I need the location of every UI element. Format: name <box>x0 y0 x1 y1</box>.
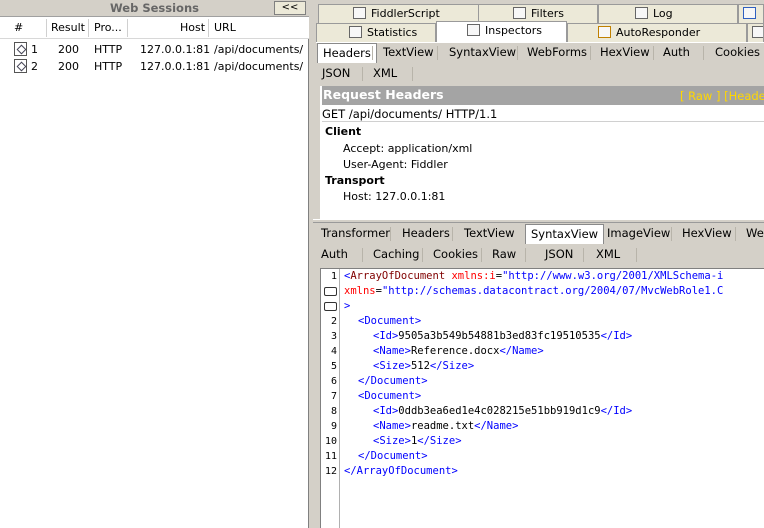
resp-tab-cookies[interactable]: Cookies <box>433 245 478 265</box>
line-number: 10 <box>324 436 337 447</box>
raw-header-definitions-links[interactable]: [ Raw ] [Heade <box>680 89 764 103</box>
resp-tab-webview[interactable]: Web <box>746 224 764 244</box>
code-line: </Document> <box>358 450 428 462</box>
code-line: <Id>0ddb3ea6ed1e4c028215e51bb919d1c9</Id… <box>373 405 633 417</box>
header-group-transport[interactable]: Transport <box>325 174 385 187</box>
session-row[interactable]: 2 200 HTTP 127.0.0.1:81 /api/documents/ <box>0 57 309 76</box>
req-tab-hexview[interactable]: HexView <box>600 43 650 63</box>
req-tab-json[interactable]: JSON <box>322 64 350 84</box>
session-protocol: HTTP <box>94 43 123 56</box>
web-sessions-titlebar: Web Sessions << <box>0 0 309 17</box>
statistics-icon <box>349 26 362 38</box>
tab-statistics[interactable]: Statistics <box>316 23 436 42</box>
resp-tab-imageview[interactable]: ImageView <box>607 224 670 244</box>
code-line: > <box>344 300 351 312</box>
resp-tab-hexview[interactable]: HexView <box>682 224 732 244</box>
line-number: 2 <box>330 316 337 327</box>
request-headers-titlebar: Request Headers [ Raw ] [Heade <box>322 86 764 105</box>
code-line: <Size>512</Size> <box>373 360 475 372</box>
timeline-icon <box>743 7 756 19</box>
code-line: <Size>1</Size> <box>373 435 462 447</box>
line-number: 9 <box>330 421 337 432</box>
resp-tab-raw[interactable]: Raw <box>492 245 516 265</box>
line-number: 5 <box>330 361 337 372</box>
session-result: 200 <box>58 43 79 56</box>
session-column-headers: # Result Pro... Host URL <box>0 17 309 39</box>
line-number: 11 <box>324 451 337 462</box>
line-number: 4 <box>330 346 337 357</box>
line-number: 6 <box>330 376 337 387</box>
resp-tab-xml[interactable]: XML <box>596 245 620 265</box>
resp-tab-syntaxview[interactable]: SyntaxView <box>525 224 605 244</box>
panel-splitter[interactable] <box>313 219 764 223</box>
session-number: 1 <box>31 43 38 56</box>
req-tab-xml[interactable]: XML <box>373 64 397 84</box>
resp-tab-json[interactable]: JSON <box>545 245 573 265</box>
header-accept[interactable]: Accept: application/xml <box>343 142 472 155</box>
req-tab-headers[interactable]: Headers <box>317 43 377 63</box>
word-wrap-icon <box>324 287 337 296</box>
header-user-agent[interactable]: User-Agent: Fiddler <box>343 158 448 171</box>
req-tab-syntaxview[interactable]: SyntaxView <box>449 43 516 63</box>
code-line: </Document> <box>358 375 428 387</box>
resp-tab-transformer[interactable]: Transformer <box>321 224 390 244</box>
column-number[interactable]: # <box>14 21 23 34</box>
request-line-bar: GET /api/documents/ HTTP/1.1 <box>322 105 764 122</box>
tab-composer-overflow[interactable] <box>747 23 764 42</box>
line-number: 1 <box>330 271 337 282</box>
resp-tab-textview[interactable]: TextView <box>464 224 515 244</box>
code-line: <Name>Reference.docx</Name> <box>373 345 544 357</box>
request-headers-title: Request Headers <box>323 87 444 102</box>
xml-document-icon <box>14 59 27 73</box>
session-host: 127.0.0.1:81 <box>140 60 211 73</box>
header-host[interactable]: Host: 127.0.0.1:81 <box>343 190 445 203</box>
req-tab-cookies[interactable]: Cookies <box>715 43 760 63</box>
req-tab-auth[interactable]: Auth <box>663 43 690 63</box>
log-icon <box>635 7 648 19</box>
resp-tab-auth[interactable]: Auth <box>321 245 348 265</box>
req-tab-webforms[interactable]: WebForms <box>527 43 587 63</box>
resp-tab-caching[interactable]: Caching <box>373 245 419 265</box>
request-line: GET /api/documents/ HTTP/1.1 <box>322 107 498 121</box>
line-number: 3 <box>330 331 337 342</box>
tab-log[interactable]: Log <box>598 4 738 23</box>
session-url: /api/documents/ <box>214 43 304 56</box>
pencil-icon <box>752 26 763 38</box>
line-number: 7 <box>330 391 337 402</box>
column-host[interactable]: Host <box>180 21 205 34</box>
word-wrap-icon <box>324 302 337 311</box>
code-line: <ArrayOfDocument xmlns:i="http://www.w3.… <box>344 270 724 282</box>
session-number: 2 <box>31 60 38 73</box>
checkbox-icon <box>513 7 526 19</box>
resp-tab-headers[interactable]: Headers <box>402 224 450 244</box>
code-line: <Id>9505a3b549b54881b3ed83fc19510535</Id… <box>373 330 633 342</box>
column-result[interactable]: Result <box>51 21 85 34</box>
script-icon <box>353 7 366 19</box>
header-group-client[interactable]: Client <box>325 125 361 138</box>
inspectors-icon <box>467 24 480 36</box>
session-protocol: HTTP <box>94 60 123 73</box>
collapse-button[interactable]: << <box>274 1 306 15</box>
xml-document-icon <box>14 42 27 56</box>
code-line: <Document> <box>358 315 422 327</box>
code-line: <Name>readme.txt</Name> <box>373 420 519 432</box>
column-protocol[interactable]: Pro... <box>94 21 122 34</box>
column-url[interactable]: URL <box>214 21 236 34</box>
web-sessions-title: Web Sessions <box>110 1 199 15</box>
tab-autoresponder[interactable]: AutoResponder <box>567 23 747 42</box>
session-url: /api/documents/ <box>214 60 304 73</box>
session-host: 127.0.0.1:81 <box>140 43 211 56</box>
line-number: 12 <box>324 466 337 477</box>
web-sessions-panel: Web Sessions << # Result Pro... Host URL… <box>0 0 309 528</box>
tab-inspectors[interactable]: Inspectors <box>436 21 567 43</box>
req-tab-textview[interactable]: TextView <box>383 43 434 63</box>
line-number: 8 <box>330 406 337 417</box>
code-line: </ArrayOfDocument> <box>344 465 458 477</box>
session-result: 200 <box>58 60 79 73</box>
code-line: <Document> <box>358 390 422 402</box>
tab-overflow[interactable] <box>738 4 764 23</box>
lightning-icon <box>598 26 611 38</box>
code-line: xmlns="http://schemas.datacontract.org/2… <box>344 285 724 297</box>
